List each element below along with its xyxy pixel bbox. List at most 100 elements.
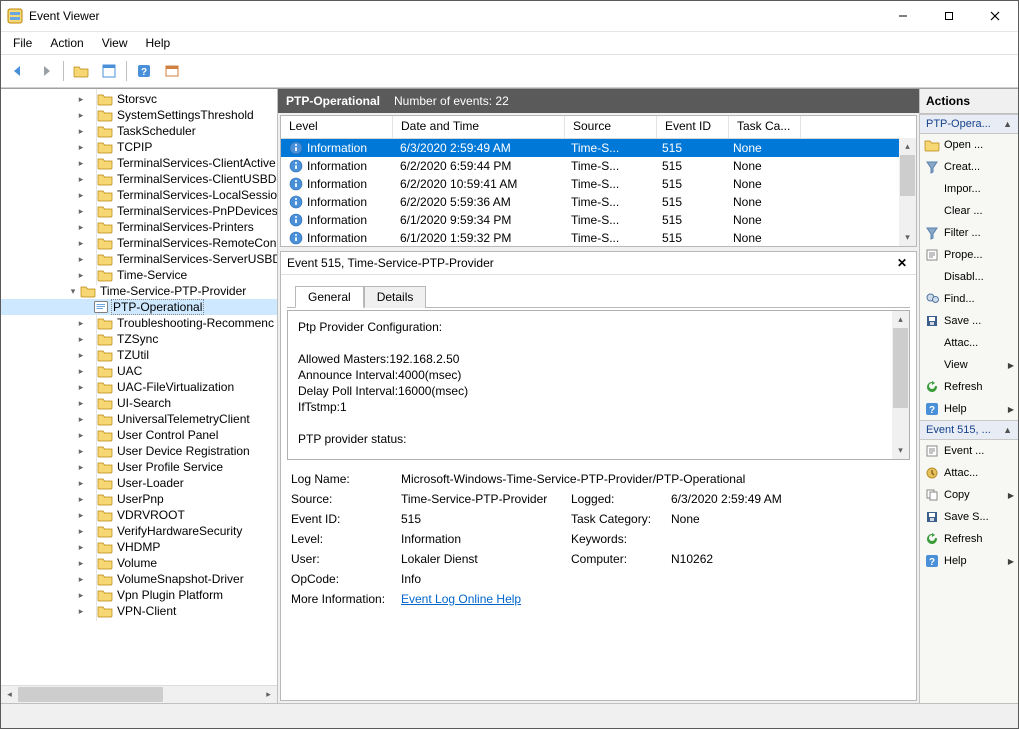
- scroll-down-button[interactable]: ▾: [899, 229, 916, 246]
- menu-help[interactable]: Help: [138, 34, 179, 52]
- tree-item[interactable]: User Profile Service: [1, 459, 277, 475]
- tree-item[interactable]: UAC: [1, 363, 277, 379]
- event-row[interactable]: Information6/1/2020 1:59:32 PMTime-S...5…: [281, 229, 916, 246]
- event-row[interactable]: Information6/2/2020 10:59:41 AMTime-S...…: [281, 175, 916, 193]
- tree-item[interactable]: VHDMP: [1, 539, 277, 555]
- tree-item[interactable]: TaskScheduler: [1, 123, 277, 139]
- close-button[interactable]: [972, 1, 1018, 31]
- description-scrollbar[interactable]: ▴ ▾: [892, 311, 909, 459]
- forward-button[interactable]: [33, 58, 59, 84]
- tree-item[interactable]: UAC-FileVirtualization: [1, 379, 277, 395]
- tree-twisty[interactable]: [66, 601, 97, 621]
- tree-item[interactable]: TerminalServices-LocalSession: [1, 187, 277, 203]
- event-row[interactable]: Information6/3/2020 2:59:49 AMTime-S...5…: [281, 139, 916, 157]
- scroll-thumb[interactable]: [18, 687, 163, 702]
- tree-item[interactable]: VDRVROOT: [1, 507, 277, 523]
- tree-item[interactable]: TerminalServices-Printers: [1, 219, 277, 235]
- help-button[interactable]: ?: [131, 58, 157, 84]
- tree-item[interactable]: User Device Registration: [1, 443, 277, 459]
- action-item[interactable]: ?Help▶: [920, 398, 1018, 420]
- tree-item[interactable]: UserPnp: [1, 491, 277, 507]
- scroll-thumb[interactable]: [900, 155, 915, 196]
- collapse-icon[interactable]: ▲: [1003, 119, 1012, 129]
- tree[interactable]: StorsvcSystemSettingsThresholdTaskSchedu…: [1, 89, 277, 685]
- scroll-thumb[interactable]: [893, 328, 908, 408]
- action-item[interactable]: Refresh: [920, 528, 1018, 550]
- tree-twisty[interactable]: [66, 284, 80, 298]
- properties-button[interactable]: [96, 58, 122, 84]
- detail-close-button[interactable]: ✕: [894, 255, 910, 271]
- scroll-left-button[interactable]: ◂: [1, 686, 18, 703]
- tree-item[interactable]: TerminalServices-ClientActive: [1, 155, 277, 171]
- grid-vertical-scrollbar[interactable]: ▴ ▾: [899, 138, 916, 246]
- tree-item[interactable]: VPN-Client: [1, 603, 277, 619]
- action-item[interactable]: Impor...: [920, 178, 1018, 200]
- tree-item[interactable]: TCPIP: [1, 139, 277, 155]
- collapse-icon[interactable]: ▲: [1003, 425, 1012, 435]
- tab-general[interactable]: General: [295, 286, 364, 308]
- tree-twisty[interactable]: [66, 265, 97, 285]
- panel-button[interactable]: [159, 58, 185, 84]
- action-item[interactable]: Filter ...: [920, 222, 1018, 244]
- menu-action[interactable]: Action: [42, 34, 91, 52]
- action-item[interactable]: Event ...: [920, 440, 1018, 462]
- column-event-id[interactable]: Event ID: [657, 116, 729, 138]
- minimize-button[interactable]: [880, 1, 926, 31]
- menu-file[interactable]: File: [5, 34, 40, 52]
- action-item[interactable]: Disabl...: [920, 266, 1018, 288]
- tree-item[interactable]: User Control Panel: [1, 427, 277, 443]
- action-item[interactable]: Prope...: [920, 244, 1018, 266]
- scroll-up-button[interactable]: ▴: [899, 138, 916, 155]
- scroll-right-button[interactable]: ▸: [260, 686, 277, 703]
- tree-item[interactable]: Time-Service: [1, 267, 277, 283]
- tree-item[interactable]: TerminalServices-PnPDevices: [1, 203, 277, 219]
- tree-item[interactable]: TerminalServices-ServerUSBDe: [1, 251, 277, 267]
- grid-header[interactable]: Level Date and Time Source Event ID Task…: [281, 116, 916, 139]
- tree-item[interactable]: Troubleshooting-Recommenc: [1, 315, 277, 331]
- tree-item[interactable]: User-Loader: [1, 475, 277, 491]
- tree-item[interactable]: PTP-Operational: [1, 299, 277, 315]
- tree-item[interactable]: Vpn Plugin Platform: [1, 587, 277, 603]
- menu-view[interactable]: View: [94, 34, 136, 52]
- column-datetime[interactable]: Date and Time: [393, 116, 565, 138]
- action-item[interactable]: ?Help▶: [920, 550, 1018, 572]
- titlebar[interactable]: Event Viewer: [1, 1, 1018, 32]
- event-row[interactable]: Information6/2/2020 5:59:36 AMTime-S...5…: [281, 193, 916, 211]
- tree-horizontal-scrollbar[interactable]: ◂ ▸: [1, 685, 277, 703]
- action-item[interactable]: Attac...: [920, 332, 1018, 354]
- action-item[interactable]: View▶: [920, 354, 1018, 376]
- maximize-button[interactable]: [926, 1, 972, 31]
- tree-item[interactable]: SystemSettingsThreshold: [1, 107, 277, 123]
- action-item[interactable]: Find...: [920, 288, 1018, 310]
- tree-item[interactable]: Volume: [1, 555, 277, 571]
- action-item[interactable]: Creat...: [920, 156, 1018, 178]
- action-item[interactable]: Copy▶: [920, 484, 1018, 506]
- tree-item[interactable]: UI-Search: [1, 395, 277, 411]
- back-button[interactable]: [5, 58, 31, 84]
- tree-item[interactable]: VerifyHardwareSecurity: [1, 523, 277, 539]
- tree-item[interactable]: TerminalServices-ClientUSBDe: [1, 171, 277, 187]
- events-grid[interactable]: Level Date and Time Source Event ID Task…: [281, 116, 916, 246]
- scroll-up-button[interactable]: ▴: [892, 311, 909, 328]
- tree-item[interactable]: TZUtil: [1, 347, 277, 363]
- tree-item[interactable]: TerminalServices-RemoteCon: [1, 235, 277, 251]
- action-item[interactable]: Clear ...: [920, 200, 1018, 222]
- tree-item[interactable]: TZSync: [1, 331, 277, 347]
- tree-item[interactable]: VolumeSnapshot-Driver: [1, 571, 277, 587]
- link-event-log-online-help[interactable]: Event Log Online Help: [401, 592, 521, 606]
- column-source[interactable]: Source: [565, 116, 657, 138]
- action-item[interactable]: Open ...: [920, 134, 1018, 156]
- action-item[interactable]: Refresh: [920, 376, 1018, 398]
- action-item[interactable]: Save S...: [920, 506, 1018, 528]
- tree-item[interactable]: Time-Service-PTP-Provider: [1, 283, 277, 299]
- scroll-down-button[interactable]: ▾: [892, 442, 909, 459]
- show-tree-button[interactable]: [68, 58, 94, 84]
- event-row[interactable]: Information6/2/2020 6:59:44 PMTime-S...5…: [281, 157, 916, 175]
- tab-details[interactable]: Details: [364, 286, 427, 308]
- action-item[interactable]: Save ...: [920, 310, 1018, 332]
- tree-item[interactable]: UniversalTelemetryClient: [1, 411, 277, 427]
- action-item[interactable]: Attac...: [920, 462, 1018, 484]
- event-row[interactable]: Information6/1/2020 9:59:34 PMTime-S...5…: [281, 211, 916, 229]
- column-task-category[interactable]: Task Ca...: [729, 116, 801, 138]
- tree-item[interactable]: Storsvc: [1, 91, 277, 107]
